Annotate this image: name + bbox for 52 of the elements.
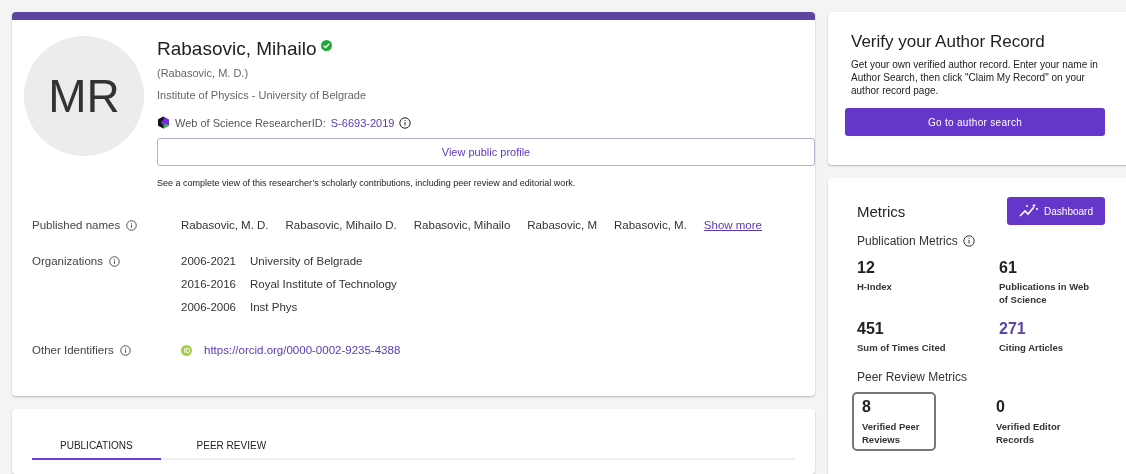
sparkle-chart-icon — [1019, 204, 1040, 218]
verify-title: Verify your Author Record — [851, 32, 1046, 52]
avatar-initials: MR — [24, 36, 144, 156]
organization-name: University of Belgrade — [250, 255, 363, 267]
researcher-id-label: Web of Science ResearcherID: — [175, 116, 326, 129]
metric-label: Sum of Times Cited — [857, 341, 947, 354]
tab[interactable]: PUBLICATIONS — [32, 433, 161, 460]
organization-years: 2006-2021 — [181, 255, 237, 267]
profile-note: See a complete view of this researcher’s scholarly contributions, including peer review and editorial work. — [157, 178, 577, 188]
verify-text: Get your own verified author record. Enter your name in Author Search, then click "Claim My Record" on your author record page. — [851, 58, 1099, 97]
section-title: Publication Metrics — [857, 234, 958, 248]
metric-label: Citing Articles — [999, 341, 1065, 354]
published-name: Rabasovic, M. D. — [181, 219, 269, 231]
field-label: Published names — [32, 219, 121, 231]
metric-value: 12 — [857, 259, 876, 277]
field-label: Organizations — [32, 255, 103, 267]
organization-years: 2016-2016 — [181, 278, 237, 290]
metric-label: Verified Peer Reviews — [862, 420, 921, 446]
metric-label: H-Index — [857, 280, 893, 293]
metrics-title: Metrics — [857, 202, 906, 220]
peer-metric-tile[interactable]: 8 Verified Peer Reviews — [852, 392, 936, 451]
short-name: (Rabasovic, M. D.) — [157, 67, 250, 79]
peer-metric-tile[interactable]: 0 Verified Editor Records — [986, 392, 1070, 451]
researcher-name: Rabasovic, Mihailo — [157, 38, 317, 60]
metric-value: 0 — [996, 398, 1006, 416]
section-title: Peer Review Metrics — [857, 370, 969, 384]
metric-label: Verified Editor Records — [996, 420, 1062, 446]
metric-value: 8 — [862, 398, 872, 416]
show-more-link[interactable]: Show more — [703, 219, 762, 231]
metric-value[interactable]: 271 — [999, 320, 1119, 338]
metric-value: 451 — [857, 320, 885, 338]
published-name: Rabasovic, Mihailo D. — [285, 219, 397, 231]
organization-years: 2006-2006 — [181, 301, 237, 313]
published-name: Rabasovic, M. — [613, 219, 687, 231]
published-name: Rabasovic, M — [527, 219, 597, 231]
author-search-button[interactable]: Go to author search — [845, 108, 1105, 136]
tab[interactable]: PEER REVIEW — [168, 433, 295, 460]
info-icon[interactable] — [399, 116, 412, 129]
info-icon[interactable] — [962, 235, 975, 247]
metric-label: Publications in Web of Science — [999, 280, 1091, 306]
metric-value: 61 — [999, 259, 1018, 277]
organization-name: Inst Phys — [250, 301, 298, 313]
orcid-icon — [181, 344, 192, 356]
field-label: Other Identifiers — [32, 344, 114, 356]
orcid-link[interactable]: https://orcid.org/0000-0002-9235-4388 — [204, 344, 401, 356]
organization-name: Royal Institute of Technology — [250, 278, 397, 290]
published-name: Rabasovic, Mihailo — [413, 219, 511, 231]
logo-icon — [157, 116, 170, 129]
researcher-id-link[interactable]: S-6693-2019 — [330, 116, 395, 129]
dashboard-button[interactable]: Dashboard — [1007, 197, 1105, 225]
institution: Institute of Physics - University of Belgrade — [157, 89, 368, 101]
view-profile-button[interactable]: View public profile — [157, 138, 815, 166]
